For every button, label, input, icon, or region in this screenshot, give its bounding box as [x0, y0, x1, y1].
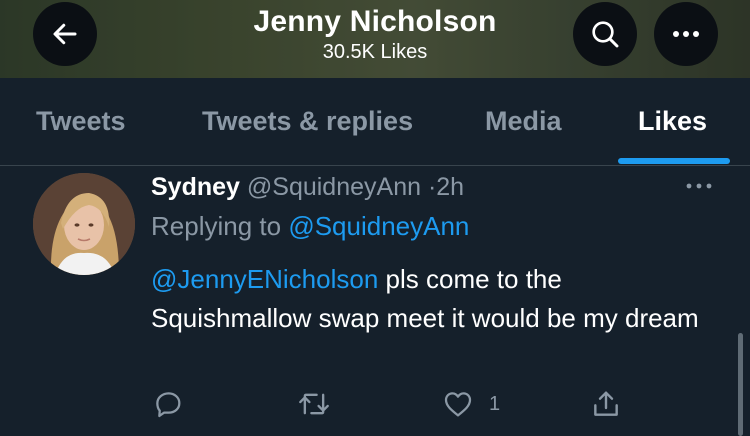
- replying-prefix: Replying to: [151, 211, 282, 241]
- reply-icon: [156, 392, 181, 418]
- tab-media[interactable]: Media: [485, 78, 562, 165]
- active-tab-indicator: [618, 158, 730, 164]
- more-horizontal-icon: [673, 31, 699, 37]
- mention-link[interactable]: @JennyENicholson: [151, 264, 378, 294]
- tweet-author-name[interactable]: Sydney: [151, 173, 240, 201]
- tweet-header: Sydney @SquidneyAnn ·2h: [151, 170, 464, 204]
- more-button[interactable]: [654, 2, 718, 66]
- search-button[interactable]: [573, 2, 637, 66]
- tweet-text: @JennyENicholson pls come to the Squishm…: [151, 260, 721, 338]
- tweet-author-handle[interactable]: @SquidneyAnn: [247, 173, 421, 201]
- search-icon: [592, 21, 619, 48]
- tab-tweets[interactable]: Tweets: [36, 78, 126, 165]
- scrollbar[interactable]: [738, 333, 743, 436]
- avatar-image: [33, 173, 135, 275]
- share-icon: [594, 391, 618, 416]
- app-window: Jenny Nicholson 30.5K Likes Tweets Tweet…: [0, 0, 750, 436]
- profile-tabs: Tweets Tweets & replies Media Likes: [0, 78, 750, 166]
- like-button[interactable]: 1: [441, 388, 500, 420]
- tab-likes[interactable]: Likes: [638, 78, 707, 165]
- replying-to-line: Replying to @SquidneyAnn: [151, 209, 469, 243]
- profile-title: Jenny Nicholson 30.5K Likes: [0, 4, 750, 64]
- tweet-more-button[interactable]: [682, 176, 716, 196]
- profile-name: Jenny Nicholson: [253, 5, 497, 38]
- heart-icon: [444, 392, 472, 417]
- share-button[interactable]: [590, 388, 622, 420]
- retweet-button[interactable]: [297, 388, 331, 420]
- tab-tweets-and-replies[interactable]: Tweets & replies: [202, 78, 413, 165]
- likes-count: 30.5K Likes: [322, 41, 428, 63]
- avatar[interactable]: [33, 173, 135, 275]
- more-horizontal-icon: [686, 183, 712, 189]
- retweet-icon: [299, 393, 329, 415]
- replying-to-link[interactable]: @SquidneyAnn: [288, 211, 469, 241]
- like-count: 1: [489, 392, 501, 415]
- tweet-time[interactable]: 2h: [436, 173, 464, 201]
- reply-button[interactable]: [152, 388, 184, 420]
